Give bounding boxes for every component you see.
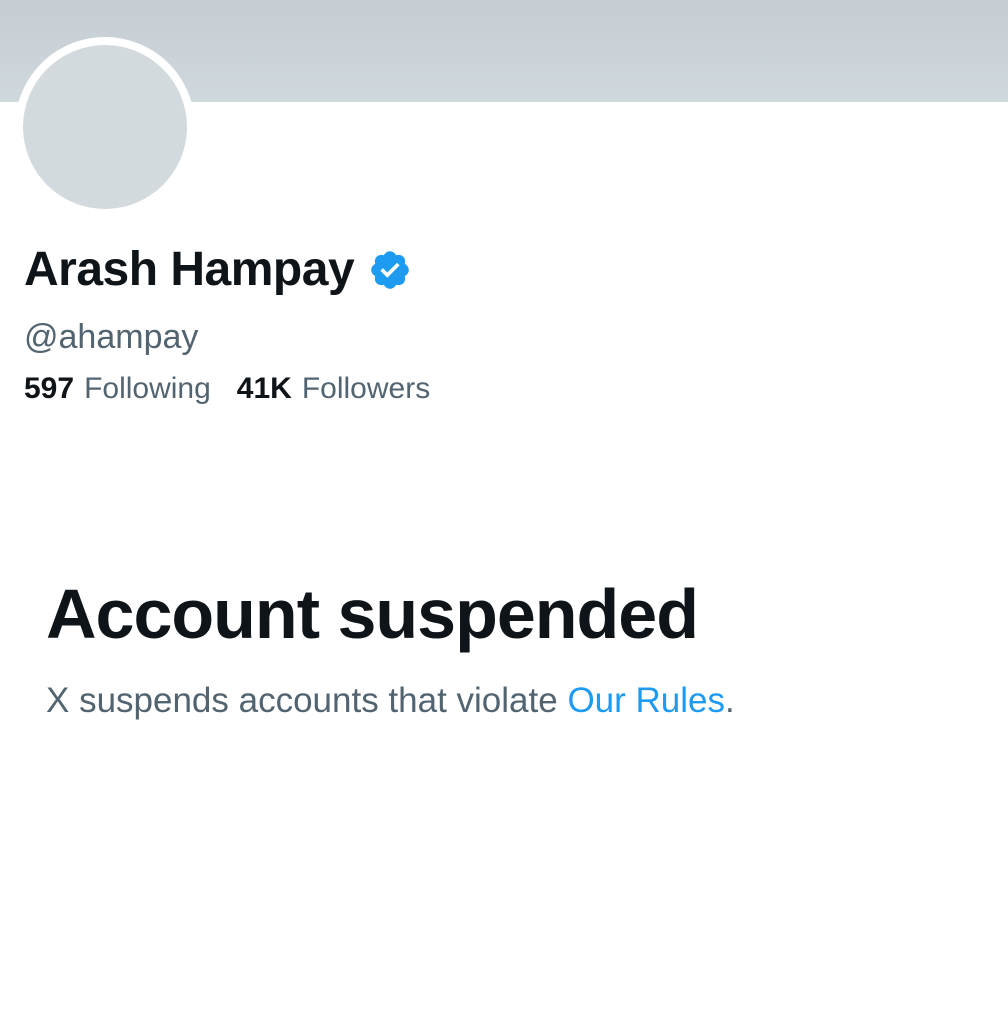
following-label: Following [84, 372, 211, 405]
following-stat[interactable]: 597 Following [24, 369, 211, 409]
profile-page: Arash Hampay @ahampay 597 Following 41K … [0, 0, 1008, 1024]
suspension-title: Account suspended [46, 575, 699, 653]
avatar-placeholder [23, 45, 187, 209]
suspension-message-period: . [725, 681, 735, 720]
followers-label: Followers [301, 372, 431, 405]
our-rules-link[interactable]: Our Rules [567, 681, 725, 720]
followers-stat[interactable]: 41K Followers [237, 369, 430, 409]
following-count: 597 [24, 372, 75, 405]
avatar [15, 37, 195, 217]
verified-badge-icon[interactable] [368, 248, 412, 292]
profile-stats: 597 Following 41K Followers [24, 369, 430, 409]
followers-count: 41K [236, 372, 292, 405]
suspension-message: X suspends accounts that violate Our Rul… [46, 678, 735, 724]
profile-handle: @ahampay [24, 318, 199, 356]
suspension-message-text: X suspends accounts that violate [46, 681, 568, 720]
display-name: Arash Hampay [24, 243, 355, 296]
name-row: Arash Hampay [24, 240, 412, 300]
